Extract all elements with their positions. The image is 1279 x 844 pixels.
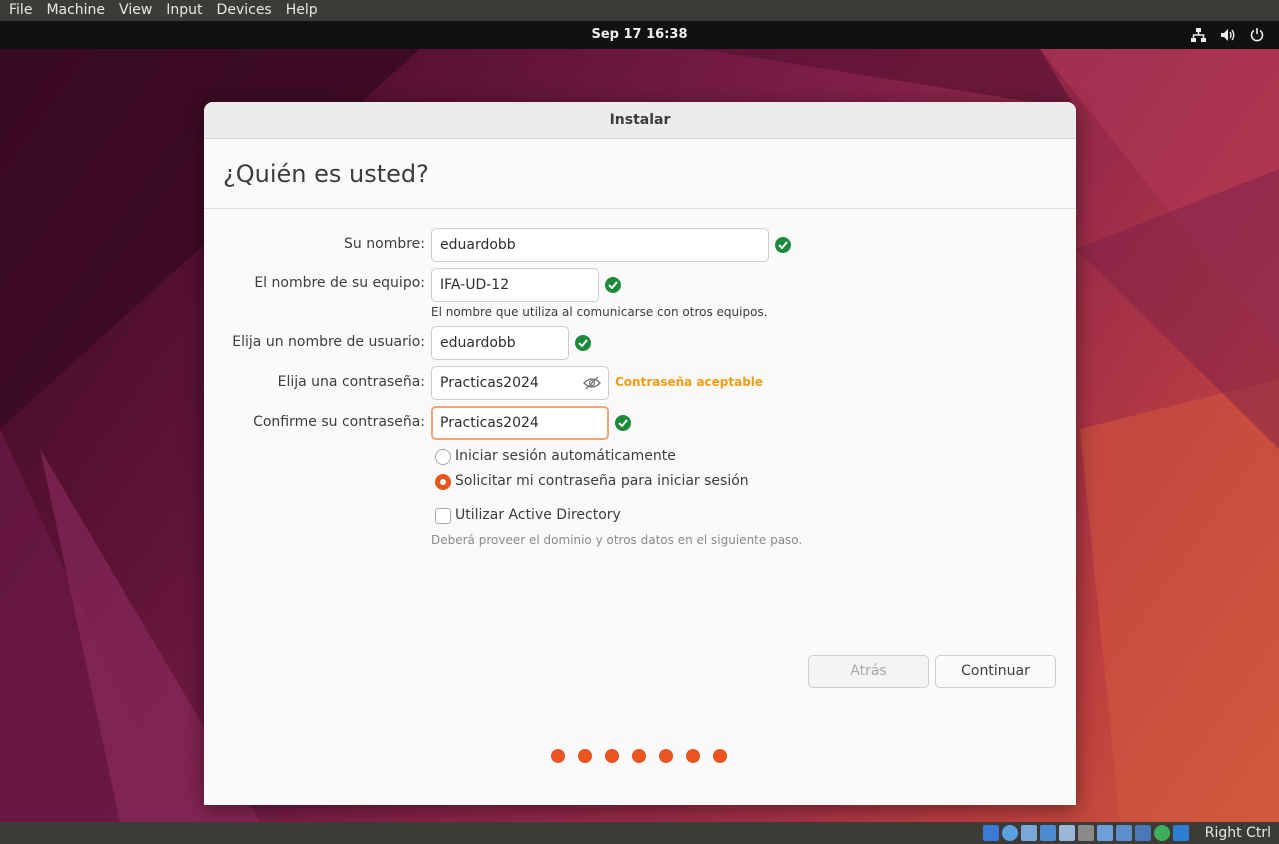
optical-drive-icon[interactable] <box>1002 825 1018 841</box>
display-icon[interactable] <box>1097 825 1113 841</box>
name-label: Su nombre: <box>344 236 425 252</box>
progress-dot <box>551 749 565 763</box>
network-adapter-icon[interactable] <box>1040 825 1056 841</box>
auto-login-label[interactable]: Iniciar sesión automáticamente <box>455 448 676 464</box>
menu-devices[interactable]: Devices <box>210 0 279 21</box>
username-input[interactable]: eduardobb <box>431 326 569 360</box>
hard-disk-icon[interactable] <box>983 825 999 841</box>
keyboard-capture-icon[interactable] <box>1173 825 1189 841</box>
show-password-icon[interactable] <box>583 374 601 392</box>
password-strength: Contraseña aceptable <box>615 375 764 389</box>
continue-button[interactable]: Continuar <box>935 655 1056 688</box>
require-password-label[interactable]: Solicitar mi contraseña para iniciar ses… <box>455 473 749 489</box>
vbox-statusbar: Right Ctrl <box>0 822 1279 844</box>
menu-help[interactable]: Help <box>279 0 325 21</box>
recording-icon[interactable] <box>1116 825 1132 841</box>
installer-window: Instalar ¿Quién es usted? Su nombre: edu… <box>204 102 1076 805</box>
password-label: Elija una contraseña: <box>277 374 425 390</box>
cpu-icon[interactable] <box>1135 825 1151 841</box>
progress-dot <box>578 749 592 763</box>
power-icon[interactable] <box>1248 26 1265 43</box>
page-header: ¿Quién es usted? <box>204 139 1076 209</box>
menu-file[interactable]: File <box>2 0 39 21</box>
confirm-label: Confirme su contraseña: <box>253 414 425 430</box>
clock[interactable]: Sep 17 16:38 <box>0 21 1279 49</box>
username-label: Elija un nombre de usuario: <box>232 334 425 350</box>
gnome-top-bar: Sep 17 16:38 <box>0 21 1279 49</box>
usb-icon[interactable] <box>1059 825 1075 841</box>
page-title: ¿Quién es usted? <box>223 159 429 188</box>
back-button[interactable]: Atrás <box>808 655 929 688</box>
require-password-radio[interactable] <box>435 474 451 490</box>
progress-dot <box>686 749 700 763</box>
confirm-password-input[interactable]: Practicas2024 <box>431 406 609 440</box>
network-icon[interactable] <box>1190 26 1207 43</box>
computer-name-input[interactable]: IFA-UD-12 <box>431 268 599 302</box>
active-directory-label[interactable]: Utilizar Active Directory <box>455 507 621 523</box>
shared-folders-icon[interactable] <box>1078 825 1094 841</box>
system-tray[interactable] <box>1190 26 1265 43</box>
computer-label: El nombre de su equipo: <box>254 275 425 291</box>
progress-dot <box>713 749 727 763</box>
auto-login-radio[interactable] <box>435 449 451 465</box>
vbox-device-icons <box>983 825 1189 841</box>
progress-dot <box>632 749 646 763</box>
computer-valid-icon <box>605 277 621 293</box>
audio-icon[interactable] <box>1021 825 1037 841</box>
vbox-menubar: File Machine View Input Devices Help <box>0 0 1279 21</box>
name-input[interactable]: eduardobb <box>431 228 769 262</box>
active-directory-checkbox[interactable] <box>435 508 451 524</box>
computer-hint: El nombre que utiliza al comunicarse con… <box>431 305 768 319</box>
active-directory-hint: Deberá proveer el dominio y otros datos … <box>431 533 803 547</box>
menu-input[interactable]: Input <box>159 0 209 21</box>
name-valid-icon <box>775 237 791 253</box>
progress-dot <box>659 749 673 763</box>
window-titlebar[interactable]: Instalar <box>204 102 1076 139</box>
host-key-label: Right Ctrl <box>1204 825 1271 841</box>
progress-dot <box>605 749 619 763</box>
menu-machine[interactable]: Machine <box>39 0 112 21</box>
mouse-integration-icon[interactable] <box>1154 825 1170 841</box>
progress-indicator <box>551 749 727 763</box>
username-valid-icon <box>575 335 591 351</box>
volume-icon[interactable] <box>1219 26 1236 43</box>
menu-view[interactable]: View <box>112 0 159 21</box>
confirm-valid-icon <box>615 415 631 431</box>
